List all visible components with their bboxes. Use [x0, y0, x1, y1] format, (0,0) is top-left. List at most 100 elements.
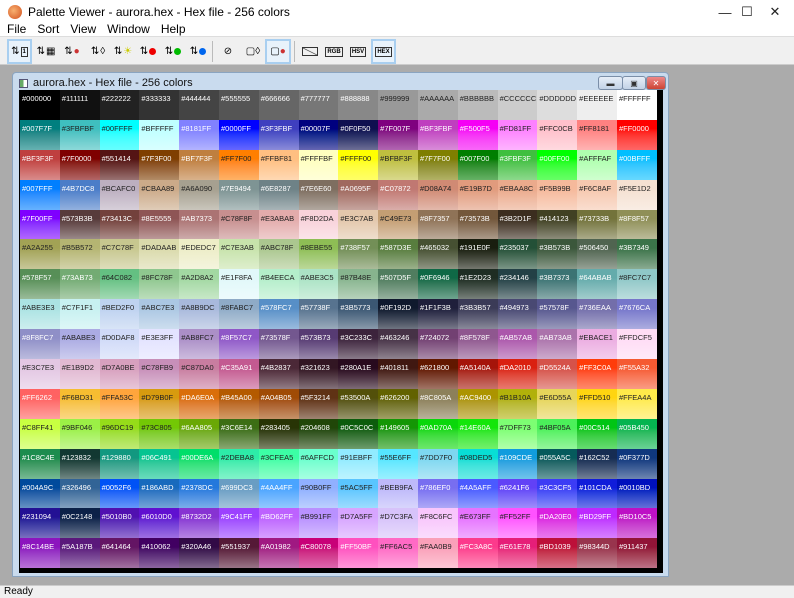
color-swatch[interactable]: #129880 — [99, 448, 140, 479]
color-swatch[interactable]: #410062 — [139, 538, 180, 569]
color-swatch[interactable]: #FFD510 — [577, 388, 617, 419]
sort-by-red-button[interactable]: ⇅ — [136, 39, 160, 64]
color-swatch[interactable]: #E3C7AB — [338, 209, 379, 240]
color-swatch[interactable]: #222222 — [99, 90, 140, 120]
color-swatch[interactable]: #DA2010 — [497, 359, 538, 389]
color-swatch[interactable]: #444444 — [179, 90, 219, 120]
close-button[interactable]: ✕ — [752, 0, 794, 24]
color-swatch[interactable]: #00BFFF — [616, 149, 657, 180]
color-swatch[interactable]: #BFBF3F — [378, 149, 418, 180]
color-swatch[interactable]: #8F8F57 — [616, 209, 657, 240]
color-swatch[interactable]: #0F377D — [616, 448, 657, 479]
color-swatch[interactable]: #73578F — [258, 329, 299, 360]
color-swatch[interactable]: #724072 — [417, 329, 458, 360]
color-swatch[interactable]: #00007F — [298, 119, 339, 150]
color-swatch[interactable]: #007FFF — [20, 179, 60, 210]
color-swatch[interactable]: #551414 — [99, 149, 140, 180]
color-swatch[interactable]: #AB7373 — [179, 209, 219, 240]
color-swatch[interactable]: #0F6946 — [417, 269, 458, 300]
color-swatch[interactable]: #465032 — [417, 239, 458, 270]
color-swatch[interactable]: #05B450 — [616, 418, 657, 449]
color-swatch[interactable]: #0C5C0C — [338, 418, 379, 449]
swatch-hue-button[interactable]: ▢◊ — [241, 39, 265, 64]
color-swatch[interactable]: #AAAAAA — [417, 90, 458, 120]
color-swatch[interactable]: #0AD70A — [417, 418, 458, 449]
color-swatch[interactable]: #ABABE3 — [59, 329, 100, 360]
color-swatch[interactable]: #326496 — [59, 478, 100, 509]
color-swatch[interactable]: #235037 — [497, 239, 538, 270]
color-swatch[interactable]: #C80078 — [298, 538, 339, 569]
color-swatch[interactable]: #204608 — [298, 418, 339, 449]
sort-by-rgb-button[interactable]: ⇅ ● — [60, 39, 84, 64]
color-swatch[interactable]: #AB73AB — [537, 329, 578, 360]
color-swatch[interactable]: #C07872 — [378, 179, 418, 210]
color-swatch[interactable]: #587D3E — [378, 239, 418, 270]
color-swatch[interactable]: #6AFFCD — [298, 448, 339, 479]
color-swatch[interactable]: #FF0000 — [616, 119, 657, 150]
color-swatch[interactable]: #BD62FF — [258, 508, 299, 539]
color-swatch[interactable]: #E1F8FA — [218, 269, 259, 300]
color-swatch[interactable]: #C7C78F — [99, 239, 140, 270]
color-swatch[interactable]: #BF7F3F — [179, 149, 219, 180]
color-swatch[interactable]: #FF50BF — [338, 538, 379, 569]
color-swatch[interactable]: #D7A0BE — [99, 359, 140, 389]
color-swatch[interactable]: #414123 — [537, 209, 578, 240]
color-swatch[interactable]: #6AA805 — [179, 418, 219, 449]
color-swatch[interactable]: #E61E78 — [497, 538, 538, 569]
color-swatch[interactable]: #320A46 — [179, 538, 219, 569]
no-gradient-button[interactable]: ⊘ — [216, 39, 240, 64]
color-swatch[interactable]: #8F7357 — [417, 209, 458, 240]
color-swatch[interactable]: #B4EECA — [258, 269, 299, 300]
menu-window[interactable]: Window — [100, 22, 154, 36]
color-swatch[interactable]: #101CDA — [577, 478, 617, 509]
color-swatch[interactable]: #8F57C7 — [218, 329, 259, 360]
color-swatch[interactable]: #ABE3E3 — [20, 299, 60, 330]
color-swatch[interactable]: #FFC0CB — [537, 119, 578, 150]
color-swatch[interactable]: #FFA53C — [99, 388, 140, 419]
color-swatch[interactable]: #E1B9D2 — [59, 359, 100, 389]
color-swatch[interactable]: #8FABC7 — [218, 299, 259, 330]
color-swatch[interactable]: #4BF05A — [537, 418, 578, 449]
color-swatch[interactable]: #73733B — [577, 209, 617, 240]
color-swatch[interactable]: #AFFFAF — [577, 149, 617, 180]
color-swatch[interactable]: #7E9494 — [218, 179, 259, 210]
color-swatch[interactable]: #2378DC — [179, 478, 219, 509]
color-swatch[interactable]: #191E0F — [457, 239, 498, 270]
color-swatch[interactable]: #A8B9DC — [179, 299, 219, 330]
color-swatch[interactable]: #786EF0 — [417, 478, 458, 509]
child-close-button[interactable]: ✕ — [646, 76, 666, 90]
color-swatch[interactable]: #F5E1D2 — [616, 179, 657, 210]
color-swatch[interactable]: #401811 — [378, 359, 418, 389]
color-swatch[interactable]: #BCAFC0 — [99, 179, 140, 210]
color-swatch[interactable]: #3C3CF5 — [537, 478, 578, 509]
color-swatch[interactable]: #CBAA89 — [139, 179, 180, 210]
color-swatch[interactable]: #DDDDDD — [537, 90, 578, 120]
color-swatch[interactable]: #3C233C — [338, 329, 379, 360]
color-swatch[interactable]: #57578F — [537, 299, 578, 330]
color-swatch[interactable]: #3B3B57 — [457, 299, 498, 330]
color-swatch[interactable]: #A01982 — [258, 538, 299, 569]
color-swatch[interactable]: #C8FF41 — [20, 418, 60, 449]
color-swatch[interactable]: #F5B99B — [537, 179, 578, 210]
color-swatch[interactable]: #FF7F00 — [218, 149, 259, 180]
color-swatch[interactable]: #06C491 — [139, 448, 180, 479]
color-swatch[interactable]: #96DC19 — [99, 418, 140, 449]
color-swatch[interactable]: #FD81FF — [497, 119, 538, 150]
color-swatch[interactable]: #BD1039 — [537, 538, 578, 569]
color-swatch[interactable]: #3B5773 — [338, 299, 379, 330]
color-swatch[interactable]: #111111 — [59, 90, 100, 120]
color-swatch[interactable]: #231094 — [20, 508, 60, 539]
color-swatch[interactable]: #C49E73 — [378, 209, 418, 240]
color-swatch[interactable]: #4A5AFF — [457, 478, 498, 509]
color-swatch[interactable]: #578F57 — [20, 269, 60, 300]
color-swatch[interactable]: #FFEA4A — [616, 388, 657, 419]
color-swatch[interactable]: #333333 — [139, 90, 180, 120]
color-swatch[interactable]: #7F0000 — [59, 149, 100, 180]
color-swatch[interactable]: #BD29FF — [577, 508, 617, 539]
color-swatch[interactable]: #98344D — [577, 538, 617, 569]
color-swatch[interactable]: #A5140A — [457, 359, 498, 389]
color-swatch[interactable]: #626200 — [378, 388, 418, 419]
color-swatch[interactable]: #BBBBBB — [457, 90, 498, 120]
color-swatch[interactable]: #3CFEA5 — [258, 448, 299, 479]
color-swatch[interactable]: #8181FF — [179, 119, 219, 150]
